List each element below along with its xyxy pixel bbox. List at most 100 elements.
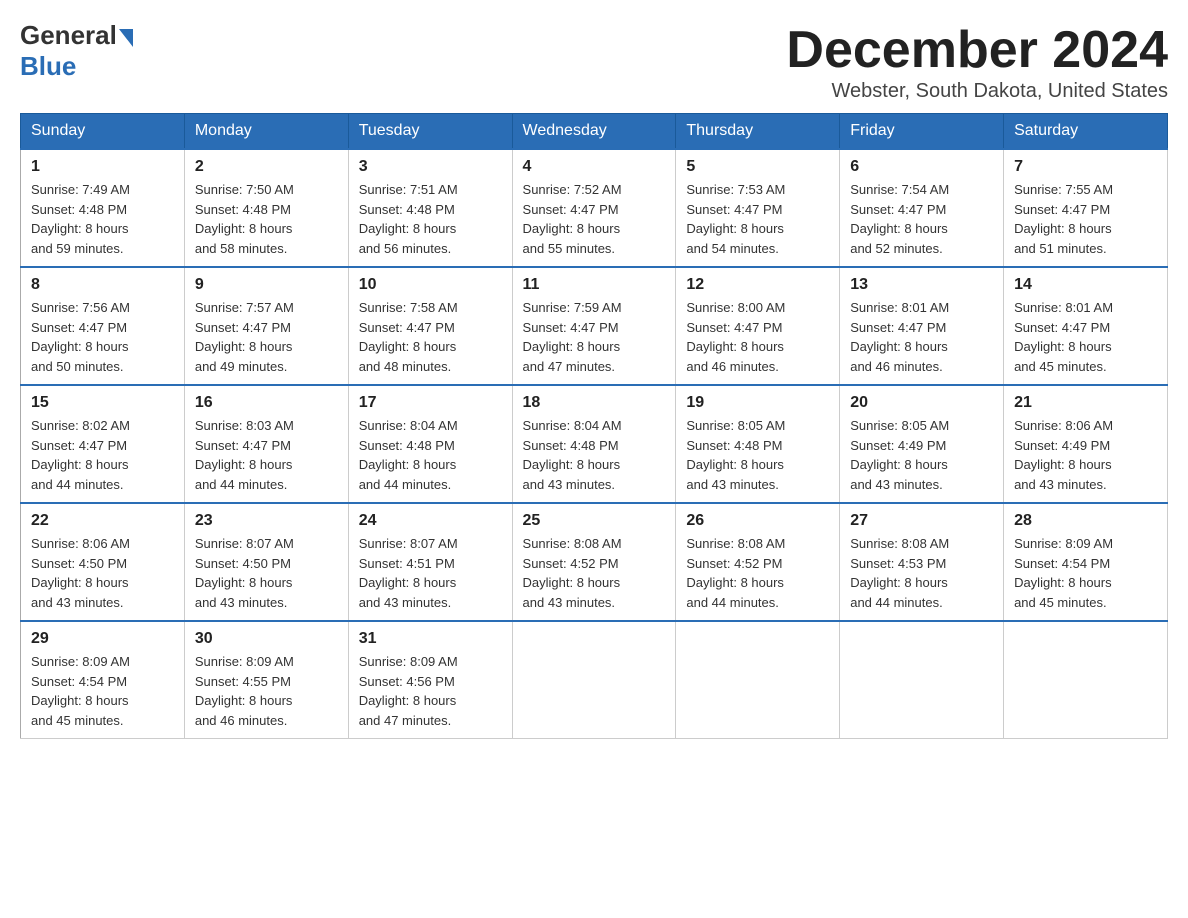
logo: General Blue <box>20 20 133 82</box>
day-number: 8 <box>31 276 174 294</box>
day-number: 19 <box>686 394 829 412</box>
day-cell: 31 Sunrise: 8:09 AMSunset: 4:56 PMDayligh… <box>348 621 512 739</box>
page-header: General Blue December 2024 Webster, Sout… <box>20 20 1168 103</box>
day-number: 17 <box>359 394 502 412</box>
day-number: 25 <box>523 512 666 530</box>
day-cell: 28Sunrise: 8:09 AMSunset: 4:54 PMDayligh… <box>1004 503 1168 621</box>
day-info: Sunrise: 8:06 AMSunset: 4:49 PMDaylight:… <box>1014 416 1157 494</box>
day-cell: 15 Sunrise: 8:02 AMSunset: 4:47 PMDayligh… <box>21 385 185 503</box>
logo-arrow-icon <box>119 29 133 47</box>
day-number: 18 <box>523 394 666 412</box>
day-cell: 4Sunrise: 7:52 AMSunset: 4:47 PMDaylight… <box>512 149 676 267</box>
day-cell <box>512 621 676 739</box>
day-cell: 14 Sunrise: 8:01 AMSunset: 4:47 PMDayligh… <box>1004 267 1168 385</box>
day-info: Sunrise: 8:00 AMSunset: 4:47 PMDaylight:… <box>686 298 829 376</box>
day-number: 4 <box>523 158 666 176</box>
day-info: Sunrise: 8:08 AMSunset: 4:52 PMDaylight:… <box>686 534 829 612</box>
day-cell: 5Sunrise: 7:53 AMSunset: 4:47 PMDaylight… <box>676 149 840 267</box>
title-block: December 2024 Webster, South Dakota, Uni… <box>786 20 1168 103</box>
day-cell: 1 Sunrise: 7:49 AMSunset: 4:48 PMDaylight… <box>21 149 185 267</box>
day-info: Sunrise: 7:54 AMSunset: 4:47 PMDaylight:… <box>850 180 993 258</box>
week-row-3: 15 Sunrise: 8:02 AMSunset: 4:47 PMDayligh… <box>21 385 1168 503</box>
day-info: Sunrise: 8:01 AMSunset: 4:47 PMDaylight:… <box>1014 298 1157 376</box>
header-monday: Monday <box>184 114 348 150</box>
day-number: 26 <box>686 512 829 530</box>
day-number: 15 <box>31 394 174 412</box>
day-cell <box>676 621 840 739</box>
day-info: Sunrise: 7:55 AMSunset: 4:47 PMDaylight:… <box>1014 180 1157 258</box>
day-number: 10 <box>359 276 502 294</box>
day-info: Sunrise: 7:49 AMSunset: 4:48 PMDaylight:… <box>31 180 174 258</box>
day-cell: 22Sunrise: 8:06 AMSunset: 4:50 PMDayligh… <box>21 503 185 621</box>
calendar-location: Webster, South Dakota, United States <box>786 80 1168 103</box>
week-row-2: 8 Sunrise: 7:56 AMSunset: 4:47 PMDaylight… <box>21 267 1168 385</box>
day-number: 2 <box>195 158 338 176</box>
logo-text: General <box>20 20 133 51</box>
day-number: 9 <box>195 276 338 294</box>
day-cell: 8 Sunrise: 7:56 AMSunset: 4:47 PMDaylight… <box>21 267 185 385</box>
day-cell: 9 Sunrise: 7:57 AMSunset: 4:47 PMDaylight… <box>184 267 348 385</box>
day-number: 22 <box>31 512 174 530</box>
day-info: Sunrise: 8:04 AMSunset: 4:48 PMDaylight:… <box>359 416 502 494</box>
calendar-title: December 2024 <box>786 20 1168 80</box>
day-number: 21 <box>1014 394 1157 412</box>
day-cell: 12Sunrise: 8:00 AMSunset: 4:47 PMDayligh… <box>676 267 840 385</box>
day-info: Sunrise: 8:03 AMSunset: 4:47 PMDaylight:… <box>195 416 338 494</box>
header-tuesday: Tuesday <box>348 114 512 150</box>
week-row-5: 29 Sunrise: 8:09 AMSunset: 4:54 PMDayligh… <box>21 621 1168 739</box>
day-number: 13 <box>850 276 993 294</box>
day-number: 3 <box>359 158 502 176</box>
header-thursday: Thursday <box>676 114 840 150</box>
day-number: 23 <box>195 512 338 530</box>
day-cell: 29 Sunrise: 8:09 AMSunset: 4:54 PMDayligh… <box>21 621 185 739</box>
day-number: 11 <box>523 276 666 294</box>
day-info: Sunrise: 7:59 AMSunset: 4:47 PMDaylight:… <box>523 298 666 376</box>
day-cell: 17 Sunrise: 8:04 AMSunset: 4:48 PMDayligh… <box>348 385 512 503</box>
day-number: 30 <box>195 630 338 648</box>
day-number: 14 <box>1014 276 1157 294</box>
day-number: 27 <box>850 512 993 530</box>
day-info: Sunrise: 8:07 AMSunset: 4:51 PMDaylight:… <box>359 534 502 612</box>
day-number: 7 <box>1014 158 1157 176</box>
day-cell: 2 Sunrise: 7:50 AMSunset: 4:48 PMDaylight… <box>184 149 348 267</box>
logo-blue-part <box>117 25 133 47</box>
day-cell: 27Sunrise: 8:08 AMSunset: 4:53 PMDayligh… <box>840 503 1004 621</box>
day-cell: 26 Sunrise: 8:08 AMSunset: 4:52 PMDayligh… <box>676 503 840 621</box>
day-number: 20 <box>850 394 993 412</box>
day-info: Sunrise: 7:53 AMSunset: 4:47 PMDaylight:… <box>686 180 829 258</box>
calendar-table: SundayMondayTuesdayWednesdayThursdayFrid… <box>20 113 1168 739</box>
day-cell: 3 Sunrise: 7:51 AMSunset: 4:48 PMDaylight… <box>348 149 512 267</box>
day-info: Sunrise: 7:58 AMSunset: 4:47 PMDaylight:… <box>359 298 502 376</box>
day-number: 31 <box>359 630 502 648</box>
day-info: Sunrise: 8:09 AMSunset: 4:55 PMDaylight:… <box>195 652 338 730</box>
header-wednesday: Wednesday <box>512 114 676 150</box>
day-cell: 6Sunrise: 7:54 AMSunset: 4:47 PMDaylight… <box>840 149 1004 267</box>
day-number: 29 <box>31 630 174 648</box>
day-info: Sunrise: 8:05 AMSunset: 4:49 PMDaylight:… <box>850 416 993 494</box>
day-info: Sunrise: 8:02 AMSunset: 4:47 PMDaylight:… <box>31 416 174 494</box>
day-cell: 25Sunrise: 8:08 AMSunset: 4:52 PMDayligh… <box>512 503 676 621</box>
day-cell: 20 Sunrise: 8:05 AMSunset: 4:49 PMDayligh… <box>840 385 1004 503</box>
day-cell: 16Sunrise: 8:03 AMSunset: 4:47 PMDayligh… <box>184 385 348 503</box>
day-cell: 18 Sunrise: 8:04 AMSunset: 4:48 PMDayligh… <box>512 385 676 503</box>
day-number: 1 <box>31 158 174 176</box>
day-info: Sunrise: 7:56 AMSunset: 4:47 PMDaylight:… <box>31 298 174 376</box>
day-info: Sunrise: 8:09 AMSunset: 4:54 PMDaylight:… <box>31 652 174 730</box>
day-cell: 30 Sunrise: 8:09 AMSunset: 4:55 PMDayligh… <box>184 621 348 739</box>
day-info: Sunrise: 7:50 AMSunset: 4:48 PMDaylight:… <box>195 180 338 258</box>
day-cell: 24 Sunrise: 8:07 AMSunset: 4:51 PMDayligh… <box>348 503 512 621</box>
week-row-4: 22Sunrise: 8:06 AMSunset: 4:50 PMDayligh… <box>21 503 1168 621</box>
day-info: Sunrise: 7:51 AMSunset: 4:48 PMDaylight:… <box>359 180 502 258</box>
day-info: Sunrise: 8:09 AMSunset: 4:56 PMDaylight:… <box>359 652 502 730</box>
day-cell: 10 Sunrise: 7:58 AMSunset: 4:47 PMDayligh… <box>348 267 512 385</box>
week-row-1: 1 Sunrise: 7:49 AMSunset: 4:48 PMDaylight… <box>21 149 1168 267</box>
day-number: 24 <box>359 512 502 530</box>
logo-general: General <box>20 20 117 51</box>
calendar-header-row: SundayMondayTuesdayWednesdayThursdayFrid… <box>21 114 1168 150</box>
day-info: Sunrise: 8:04 AMSunset: 4:48 PMDaylight:… <box>523 416 666 494</box>
header-friday: Friday <box>840 114 1004 150</box>
day-info: Sunrise: 7:57 AMSunset: 4:47 PMDaylight:… <box>195 298 338 376</box>
day-number: 28 <box>1014 512 1157 530</box>
day-info: Sunrise: 8:05 AMSunset: 4:48 PMDaylight:… <box>686 416 829 494</box>
header-saturday: Saturday <box>1004 114 1168 150</box>
